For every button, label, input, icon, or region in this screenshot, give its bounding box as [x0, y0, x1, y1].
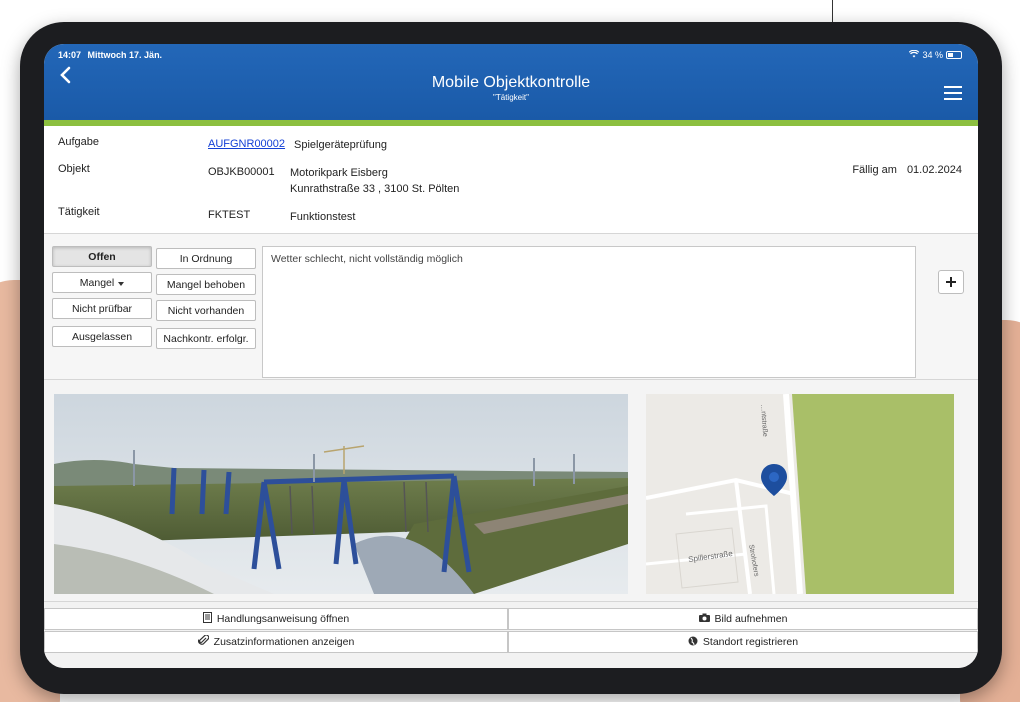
task-info-panel: Aufgabe AUFGNR00002 Spielgeräteprüfung O…: [44, 126, 978, 234]
status-bar-left: 14:07 Mittwoch 17. Jän.: [58, 50, 166, 60]
location-map[interactable]: …ntstraße Spillerstraße Strohofers: [646, 394, 954, 594]
handlungsanweisung-button[interactable]: Handlungsanweisung öffnen: [44, 608, 508, 630]
status-mangel-behoben-button[interactable]: Mangel behoben: [156, 274, 256, 295]
hamburger-menu-icon[interactable]: [944, 86, 962, 104]
battery-percent: 34 %: [922, 50, 943, 60]
mangel-label: Mangel: [79, 276, 115, 289]
zusatzinformationen-button[interactable]: Zusatzinformationen anzeigen: [44, 631, 508, 653]
camera-icon: [698, 613, 710, 625]
wifi-icon: [909, 49, 920, 60]
comment-textarea[interactable]: Wetter schlecht, nicht vollständig mögli…: [262, 246, 916, 378]
standort-registrieren-label: Standort registrieren: [702, 636, 799, 648]
standort-registrieren-button[interactable]: Standort registrieren: [508, 631, 978, 653]
page-subtitle: "Tätigkeit": [493, 93, 529, 102]
status-mangel-dropdown[interactable]: Mangel: [52, 272, 152, 293]
status-in-ordnung-button[interactable]: In Ordnung: [156, 248, 256, 269]
app-screen: 14:07 Mittwoch 17. Jän. 34 % Mobile Obje…: [44, 44, 978, 668]
status-nachkontrolle-button[interactable]: Nachkontr. erfolgr.: [156, 328, 256, 349]
playground-photo[interactable]: [54, 394, 628, 594]
title-block: Mobile Objektkontrolle "Tätigkeit": [44, 74, 978, 102]
status-bar-right: 34 %: [909, 49, 962, 60]
caret-down-icon: [118, 277, 125, 289]
page-title: Mobile Objektkontrolle: [431, 74, 591, 91]
globe-icon: [688, 636, 698, 649]
status-date: Mittwoch 17. Jän.: [87, 50, 163, 60]
bild-aufnehmen-label: Bild aufnehmen: [714, 613, 788, 625]
status-nicht-vorhanden-button[interactable]: Nicht vorhanden: [156, 300, 256, 321]
status-time: 14:07: [58, 50, 82, 60]
add-plus-icon[interactable]: [938, 270, 964, 294]
due-label: Fällig am: [852, 164, 897, 176]
status-nicht-pruefbar-button[interactable]: Nicht prüfbar: [52, 298, 152, 319]
paperclip-icon: [197, 634, 209, 649]
aufgabe-text: Spielgeräteprüfung: [294, 139, 387, 151]
objekt-address: Kunrathstraße 33 , 3100 St. Pölten: [290, 183, 460, 195]
objekt-name: Motorikpark Eisberg: [290, 167, 388, 179]
objekt-code: OBJKB00001: [208, 166, 275, 178]
due-date-block: Fällig am 01.02.2024: [852, 164, 962, 176]
aufgabe-link[interactable]: AUFGNR00002: [208, 138, 285, 150]
document-icon: [202, 612, 212, 626]
aufgabe-label: Aufgabe: [58, 136, 99, 148]
bild-aufnehmen-button[interactable]: Bild aufnehmen: [508, 608, 978, 630]
battery-fill: [948, 53, 953, 57]
taetigkeit-code: FKTEST: [208, 209, 251, 221]
action-footer: Handlungsanweisung öffnen Zusatzinformat…: [44, 602, 978, 668]
taetigkeit-label: Tätigkeit: [58, 206, 100, 218]
handlungsanweisung-label: Handlungsanweisung öffnen: [216, 613, 350, 625]
zusatzinformationen-label: Zusatzinformationen anzeigen: [213, 636, 355, 648]
status-offen-button[interactable]: Offen: [52, 246, 152, 267]
battery-icon: [946, 51, 962, 59]
status-ausgelassen-button[interactable]: Ausgelassen: [52, 326, 152, 347]
taetigkeit-text: Funktionstest: [290, 211, 356, 223]
app-header: 14:07 Mittwoch 17. Jän. 34 % Mobile Obje…: [44, 44, 978, 126]
status-selection-area: Offen In Ordnung Mangel Mangel behoben N…: [44, 234, 978, 380]
tablet-frame: 14:07 Mittwoch 17. Jän. 34 % Mobile Obje…: [20, 22, 1002, 694]
due-date: 01.02.2024: [906, 164, 962, 176]
media-area: …ntstraße Spillerstraße Strohofers: [44, 380, 978, 602]
objekt-label: Objekt: [58, 163, 90, 175]
